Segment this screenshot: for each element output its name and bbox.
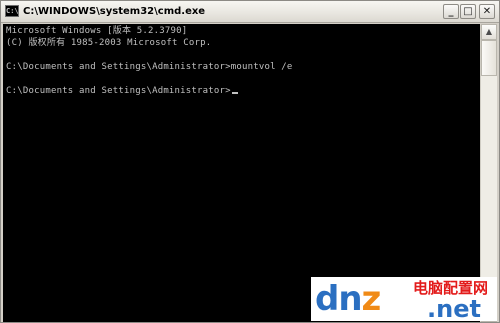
console-line-2: (C) 版权所有 1985-2003 Microsoft Corp. bbox=[6, 38, 212, 48]
window-title: C:\WINDOWS\system32\cmd.exe bbox=[23, 6, 206, 17]
minimize-button[interactable]: _ bbox=[443, 4, 459, 19]
cmd-window: C:\ C:\WINDOWS\system32\cmd.exe _ □ ✕ Mi… bbox=[0, 0, 500, 323]
console-prompt-line[interactable]: C:\Documents and Settings\Administrator> bbox=[6, 85, 238, 97]
console-line-1: Microsoft Windows [版本 5.2.3790] bbox=[6, 26, 188, 36]
window-controls: _ □ ✕ bbox=[443, 4, 495, 20]
site-watermark-logo: dnz 电脑配置网 .net bbox=[311, 277, 497, 321]
console-line-6: C:\Documents and Settings\Administrator> bbox=[6, 86, 231, 96]
maximize-button[interactable]: □ bbox=[460, 4, 476, 19]
cmd-icon[interactable]: C:\ bbox=[5, 5, 19, 17]
watermark-logo-text: dnz bbox=[315, 279, 381, 319]
scroll-thumb[interactable] bbox=[481, 40, 497, 76]
scroll-up-button[interactable]: ▲ bbox=[481, 24, 497, 40]
close-button[interactable]: ✕ bbox=[479, 4, 495, 19]
title-bar[interactable]: C:\ C:\WINDOWS\system32\cmd.exe _ □ ✕ bbox=[1, 1, 499, 23]
watermark-domain-text: .net bbox=[427, 295, 481, 321]
text-cursor bbox=[231, 92, 238, 94]
console-line-4: C:\Documents and Settings\Administrator>… bbox=[6, 62, 293, 72]
